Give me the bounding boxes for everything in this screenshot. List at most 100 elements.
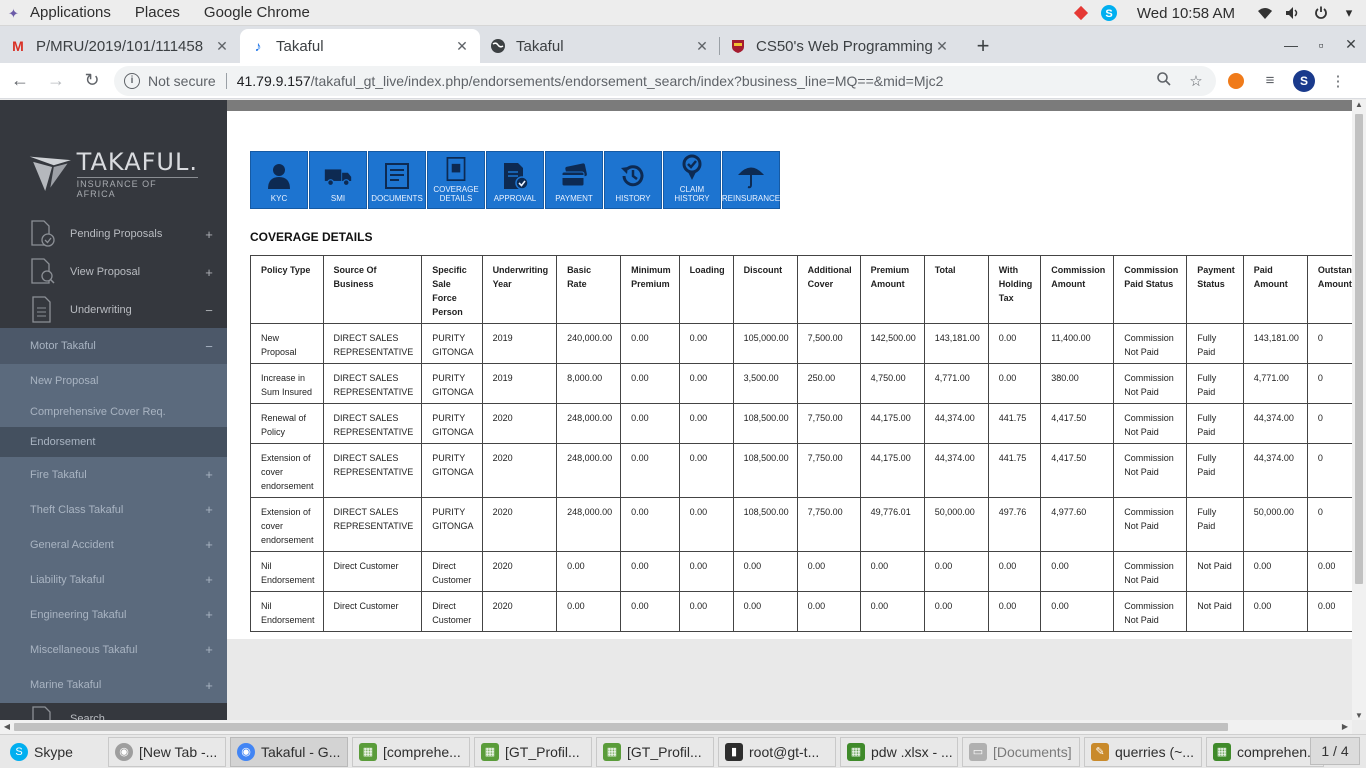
- expand-toggle[interactable]: +: [191, 642, 227, 657]
- taskbar-item[interactable]: ▦ [comprehe...: [352, 736, 470, 767]
- col-source-of-business[interactable]: Source Of Business: [322, 255, 423, 324]
- expand-toggle[interactable]: +: [191, 467, 227, 482]
- expand-toggle[interactable]: +: [191, 227, 227, 242]
- scrollbar-thumb[interactable]: [1355, 114, 1363, 584]
- collapse-toggle[interactable]: −: [191, 303, 227, 318]
- active-app-menu[interactable]: Google Chrome: [192, 4, 322, 21]
- kyc-button[interactable]: KYC: [250, 151, 308, 209]
- sidebar-item-general-accident[interactable]: General Accident +: [0, 527, 227, 562]
- tab-gmail[interactable]: M P/MRU/2019/101/111458 ✕: [0, 29, 240, 63]
- col-commission-paid-status[interactable]: Commission Paid Status: [1113, 255, 1188, 324]
- volume-icon[interactable]: [1284, 4, 1302, 22]
- col-underwriting-year[interactable]: Underwriting Year: [481, 255, 558, 324]
- col-total[interactable]: Total: [923, 255, 989, 324]
- zoom-icon[interactable]: [1154, 71, 1174, 90]
- tab-takaful[interactable]: Takaful ✕: [480, 29, 720, 63]
- forward-button[interactable]: →: [40, 65, 72, 97]
- scrollbar-thumb[interactable]: [14, 723, 1228, 731]
- reinsurance-button[interactable]: REINSURANCE: [722, 151, 780, 209]
- scroll-right-icon[interactable]: ▶: [1338, 720, 1352, 734]
- tab-cs50[interactable]: CS50's Web Programming ✕: [720, 29, 960, 63]
- col-loading[interactable]: Loading: [678, 255, 734, 324]
- col-payment-status[interactable]: Payment Status: [1186, 255, 1244, 324]
- col-discount[interactable]: Discount: [732, 255, 798, 324]
- sidebar-item-theft-class-takaful[interactable]: Theft Class Takaful +: [0, 492, 227, 527]
- chevron-down-icon[interactable]: ▾: [1340, 4, 1358, 22]
- col-withholding-tax[interactable]: With Holding Tax: [987, 255, 1042, 324]
- taskbar-item[interactable]: ◉ [New Tab -...: [108, 736, 226, 767]
- media-control-icon[interactable]: ≡: [1256, 67, 1284, 95]
- vertical-scrollbar[interactable]: ▲ ▼: [1352, 100, 1366, 720]
- minimize-icon[interactable]: —: [1276, 37, 1306, 53]
- maximize-icon[interactable]: ▫: [1306, 37, 1336, 53]
- taskbar-item[interactable]: ◉ Takaful - G...: [230, 736, 348, 767]
- taskbar-item[interactable]: ▦ comprehen...: [1206, 736, 1324, 767]
- sidebar-item-view-proposal[interactable]: View Proposal +: [0, 253, 227, 291]
- sidebar-item-marine-takaful[interactable]: Marine Takaful +: [0, 667, 227, 703]
- taskbar-item[interactable]: S Skype: [4, 736, 104, 767]
- col-minimum-premium[interactable]: Minimum Premium: [620, 255, 680, 324]
- taskbar-item[interactable]: ✎ querries (~...: [1084, 736, 1202, 767]
- sidebar-item-liability-takaful[interactable]: Liability Takaful +: [0, 562, 227, 597]
- scroll-up-icon[interactable]: ▲: [1352, 100, 1366, 109]
- collapse-toggle[interactable]: −: [191, 339, 227, 354]
- expand-toggle[interactable]: +: [191, 502, 227, 517]
- places-menu[interactable]: Places: [123, 4, 192, 21]
- col-sale-force-person[interactable]: Specific Sale Force Person: [421, 255, 483, 324]
- expand-toggle[interactable]: +: [191, 265, 227, 280]
- taskbar-item[interactable]: ▦ pdw .xlsx - ...: [840, 736, 958, 767]
- address-bar[interactable]: i Not secure 41.79.9.157/takaful_gt_live…: [114, 65, 1216, 96]
- col-basic-rate[interactable]: Basic Rate: [556, 255, 622, 324]
- reload-button[interactable]: ↻: [76, 65, 108, 97]
- taskbar-item[interactable]: ▮ root@gt-t...: [718, 736, 836, 767]
- sidebar-item-engineering-takaful[interactable]: Engineering Takaful +: [0, 597, 227, 632]
- close-window-icon[interactable]: ✕: [1336, 36, 1366, 53]
- sidebar-item-underwriting[interactable]: Underwriting −: [0, 291, 227, 329]
- approval-button[interactable]: APPROVAL: [486, 151, 544, 209]
- close-icon[interactable]: ✕: [934, 38, 950, 55]
- power-icon[interactable]: [1312, 4, 1330, 22]
- workspace-pager[interactable]: 1 / 4: [1310, 737, 1360, 765]
- not-secure-label[interactable]: Not secure: [148, 73, 216, 89]
- taskbar-item[interactable]: ▭ [Documents]: [962, 736, 1080, 767]
- expand-toggle[interactable]: +: [191, 678, 227, 693]
- sidebar-item-comprehensive-cover[interactable]: Comprehensive Cover Req.: [0, 397, 227, 427]
- col-commission-amount[interactable]: Commission Amount: [1040, 255, 1115, 324]
- documents-button[interactable]: DOCUMENTS: [368, 151, 426, 209]
- close-icon[interactable]: ✕: [214, 38, 230, 55]
- extension-icon[interactable]: [1222, 67, 1250, 95]
- col-paid-amount[interactable]: Paid Amount: [1242, 255, 1308, 324]
- col-policy-type[interactable]: Policy Type: [250, 255, 324, 324]
- skype-tray-icon[interactable]: S: [1100, 4, 1118, 22]
- history-button[interactable]: HISTORY: [604, 151, 662, 209]
- scroll-down-icon[interactable]: ▼: [1352, 711, 1366, 720]
- scroll-left-icon[interactable]: ◀: [0, 720, 14, 734]
- sidebar-item-endorsement[interactable]: Endorsement: [0, 427, 227, 457]
- taskbar-item[interactable]: ▦ [GT_Profil...: [596, 736, 714, 767]
- tab-takaful-active[interactable]: ♪ Takaful ✕: [240, 29, 480, 63]
- sidebar-item-miscellaneous-takaful[interactable]: Miscellaneous Takaful +: [0, 632, 227, 667]
- expand-toggle[interactable]: +: [191, 537, 227, 552]
- wifi-icon[interactable]: [1256, 4, 1274, 22]
- close-icon[interactable]: ✕: [694, 38, 710, 55]
- sidebar-item-fire-takaful[interactable]: Fire Takaful +: [0, 457, 227, 492]
- url-text[interactable]: 41.79.9.157/takaful_gt_live/index.php/en…: [237, 73, 1142, 89]
- new-tab-button[interactable]: +: [968, 31, 998, 61]
- payment-button[interactable]: PAYMENT: [545, 151, 603, 209]
- sidebar-item-new-proposal[interactable]: New Proposal: [0, 364, 227, 397]
- expand-toggle[interactable]: +: [191, 572, 227, 587]
- sidebar-item-motor-takaful[interactable]: Motor Takaful −: [0, 328, 227, 364]
- info-icon[interactable]: i: [124, 72, 140, 89]
- sidebar-item-pending-proposals[interactable]: Pending Proposals +: [0, 215, 227, 253]
- horizontal-scrollbar[interactable]: ◀ ▶: [0, 720, 1352, 734]
- smi-button[interactable]: SMI: [309, 151, 367, 209]
- kebab-menu-icon[interactable]: ⋮: [1324, 67, 1352, 95]
- takaful-logo[interactable]: TAKAFUL. INSURANCE OF AFRICA: [28, 148, 198, 199]
- claim-history-button[interactable]: CLAIM HISTORY: [663, 151, 721, 209]
- coverage-details-button[interactable]: COVERAGE DETAILS: [427, 151, 485, 209]
- profile-avatar[interactable]: S: [1290, 67, 1318, 95]
- applications-menu[interactable]: Applications: [18, 4, 123, 21]
- close-icon[interactable]: ✕: [454, 38, 470, 55]
- col-outstanding-amount[interactable]: Outstanding Amount: [1306, 255, 1352, 324]
- taskbar-item[interactable]: ▦ [GT_Profil...: [474, 736, 592, 767]
